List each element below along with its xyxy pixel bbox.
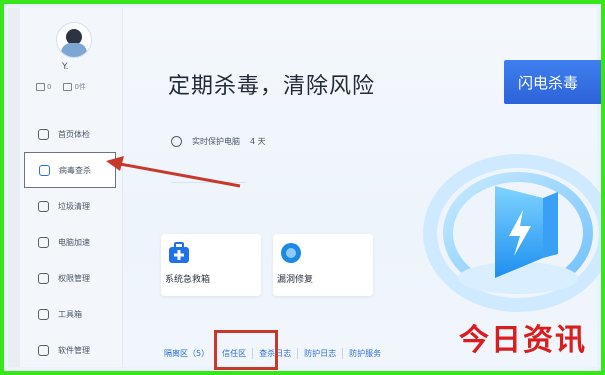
app-window: Y. 0 0件 首页体检 病毒查杀 垃圾清理 电脑加速 权限管理 工具箱 软件管… [8, 8, 601, 370]
screenshot-frame: Y. 0 0件 首页体检 病毒查杀 垃圾清理 电脑加速 权限管理 工具箱 软件管… [0, 0, 605, 375]
watermark: 今日资讯 [459, 323, 587, 358]
